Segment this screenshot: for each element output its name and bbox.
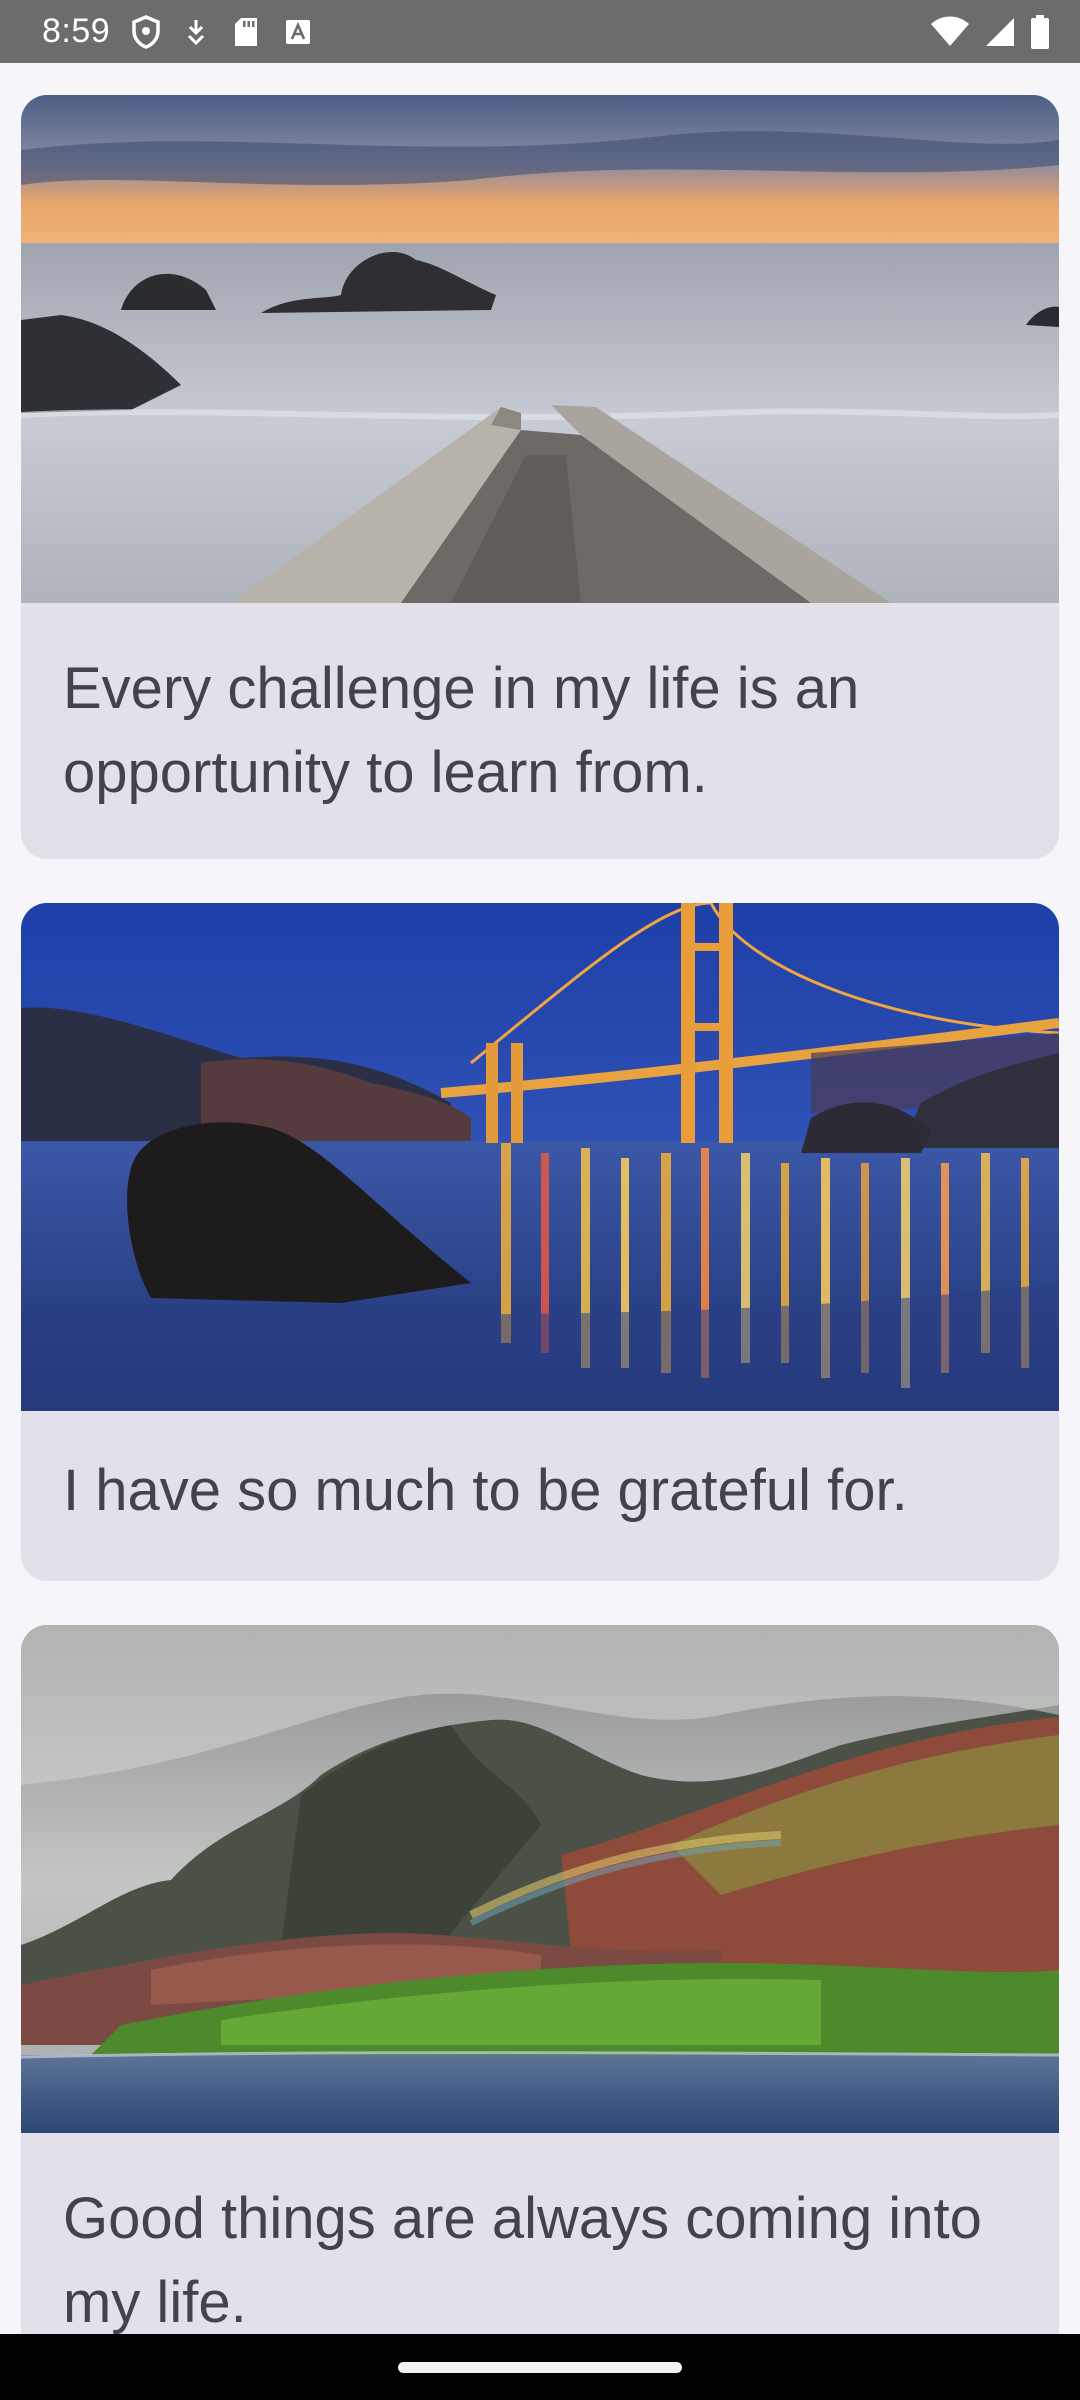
- battery-icon: [1030, 14, 1050, 49]
- navigation-bar: [0, 2334, 1080, 2400]
- status-bar: 8:59: [0, 0, 1080, 63]
- sd-card-icon: [232, 16, 260, 48]
- affirmation-text: Every challenge in my life is an opportu…: [63, 656, 860, 805]
- affirmation-feed[interactable]: Every challenge in my life is an opportu…: [21, 95, 1059, 2400]
- keyboard-a-icon: [284, 18, 312, 46]
- status-system-icons: [930, 14, 1050, 49]
- status-time: 8:59: [42, 12, 111, 50]
- cell-signal-icon: [984, 16, 1016, 48]
- download-arrow-icon: [184, 17, 208, 47]
- wifi-icon: [930, 16, 970, 48]
- seascape-sunset-pier-image: [21, 95, 1059, 603]
- shield-icon: [132, 14, 160, 49]
- affirmation-text: I have so much to be grateful for.: [63, 1458, 908, 1523]
- status-notification-icons: [132, 14, 312, 49]
- affirmation-card[interactable]: Every challenge in my life is an opportu…: [21, 95, 1059, 859]
- affirmation-card[interactable]: Good things are always coming into my li…: [21, 1625, 1059, 2385]
- golden-gate-bridge-night-image: [21, 903, 1059, 1411]
- affirmation-card[interactable]: I have so much to be grateful for.: [21, 903, 1059, 1581]
- home-gesture-handle[interactable]: [398, 2362, 682, 2373]
- mountain-rainbow-coast-image: [21, 1625, 1059, 2133]
